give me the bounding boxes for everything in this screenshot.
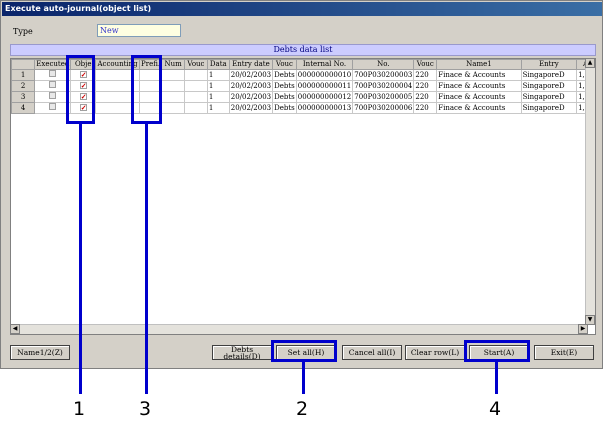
entry-cell[interactable]: SingaporeD bbox=[520, 80, 578, 92]
table-row[interactable]: 3 ✓ 1 20/02/2003 Debts 000000000012 700P030200… bbox=[11, 91, 595, 103]
vouc-type-cell[interactable]: Debts bbox=[272, 102, 297, 114]
callout-line-2 bbox=[302, 362, 305, 394]
no-cell[interactable]: 700P030200006 bbox=[352, 102, 415, 114]
vouc-code-cell[interactable]: 220 bbox=[413, 69, 438, 81]
name1-cell[interactable]: Finace & Accounts bbox=[436, 80, 522, 92]
type-field[interactable]: New bbox=[97, 24, 181, 37]
row-number[interactable]: 2 bbox=[11, 80, 36, 92]
vertical-scrollbar[interactable]: ▲ ▼ bbox=[585, 59, 595, 325]
entry-cell[interactable]: SingaporeD bbox=[520, 102, 578, 114]
callout-line-3 bbox=[145, 124, 148, 394]
unchecked-checkbox-icon[interactable] bbox=[49, 70, 57, 77]
unchecked-checkbox-icon[interactable] bbox=[49, 92, 57, 99]
unchecked-checkbox-icon[interactable] bbox=[49, 103, 57, 110]
vouc-type-cell[interactable]: Debts bbox=[272, 69, 297, 81]
data-cell[interactable]: 1 bbox=[206, 102, 230, 114]
num-cell[interactable] bbox=[161, 80, 186, 92]
column-header[interactable]: No. bbox=[352, 59, 415, 70]
no-cell[interactable]: 700P030200004 bbox=[352, 80, 415, 92]
internal-no-cell[interactable]: 000000000010 bbox=[295, 69, 354, 81]
debts-data-grid[interactable]: Executed Obje Accounting Prefi. Num Vouc… bbox=[10, 58, 596, 335]
vouc-cell[interactable] bbox=[184, 80, 208, 92]
name1-2-button[interactable]: Name1/2(Z) bbox=[10, 345, 70, 360]
callout-number-4: 4 bbox=[489, 398, 502, 420]
column-header[interactable]: Num bbox=[161, 59, 186, 70]
name1-cell[interactable]: Finace & Accounts bbox=[436, 91, 522, 103]
scroll-left-icon[interactable]: ◀ bbox=[11, 324, 20, 334]
vouc-cell[interactable] bbox=[184, 69, 208, 81]
row-number[interactable]: 1 bbox=[11, 69, 36, 81]
column-header[interactable]: Internal No. bbox=[295, 59, 354, 70]
name1-cell[interactable]: Finace & Accounts bbox=[436, 102, 522, 114]
internal-no-cell[interactable]: 000000000013 bbox=[295, 102, 354, 114]
clear-row-button[interactable]: Clear row(L) bbox=[405, 345, 465, 360]
vouc-code-cell[interactable]: 220 bbox=[413, 91, 438, 103]
column-header[interactable]: Entry date bbox=[228, 59, 274, 70]
entry-date-cell[interactable]: 20/02/2003 bbox=[228, 102, 274, 114]
data-cell[interactable]: 1 bbox=[206, 80, 230, 92]
table-header-row: Executed Obje Accounting Prefi. Num Vouc… bbox=[11, 59, 595, 70]
callout-line-4 bbox=[495, 362, 498, 394]
callout-number-2: 2 bbox=[296, 398, 309, 420]
internal-no-cell[interactable]: 000000000011 bbox=[295, 80, 354, 92]
exit-button[interactable]: Exit(E) bbox=[534, 345, 594, 360]
vouc-cell[interactable] bbox=[184, 102, 208, 114]
debts-details-label-2: details(D) bbox=[223, 352, 261, 360]
highlight-object-column bbox=[66, 55, 95, 124]
table-row[interactable]: 4 ✓ 1 20/02/2003 Debts 000000000013 700P030200… bbox=[11, 102, 595, 114]
vouc-code-cell[interactable]: 220 bbox=[413, 102, 438, 114]
no-cell[interactable]: 700P030200003 bbox=[352, 69, 415, 81]
name1-cell[interactable]: Finace & Accounts bbox=[436, 69, 522, 81]
window-title: Execute auto-journal(object list) bbox=[2, 2, 602, 16]
callout-number-3: 3 bbox=[139, 398, 152, 420]
column-header[interactable]: Name1 bbox=[436, 59, 522, 70]
cancel-all-button[interactable]: Cancel all(I) bbox=[342, 345, 402, 360]
column-header[interactable]: Vouc bbox=[413, 59, 438, 70]
column-header[interactable]: Entry bbox=[520, 59, 578, 70]
internal-no-cell[interactable]: 000000000012 bbox=[295, 91, 354, 103]
row-number[interactable]: 4 bbox=[11, 102, 36, 114]
scroll-right-icon[interactable]: ▶ bbox=[578, 324, 588, 334]
table-row[interactable]: 1 ✓ 1 20/02/2003 Debts 000000000010 700P030200… bbox=[11, 69, 595, 81]
num-cell[interactable] bbox=[161, 69, 186, 81]
horizontal-scrollbar[interactable]: ◀ ▶ bbox=[11, 324, 588, 334]
num-cell[interactable] bbox=[161, 91, 186, 103]
grid-title: Debts data list bbox=[10, 44, 596, 56]
column-header[interactable]: Vouc bbox=[272, 59, 297, 70]
entry-date-cell[interactable]: 20/02/2003 bbox=[228, 80, 274, 92]
vouc-code-cell[interactable]: 220 bbox=[413, 80, 438, 92]
debts-details-button[interactable]: Debts details(D) bbox=[212, 345, 272, 360]
table-row[interactable]: 2 ✓ 1 20/02/2003 Debts 000000000011 700P030200… bbox=[11, 80, 595, 92]
column-header[interactable]: Vouc bbox=[184, 59, 208, 70]
type-label: Type bbox=[13, 27, 33, 36]
vouc-cell[interactable] bbox=[184, 91, 208, 103]
row-number[interactable]: 3 bbox=[11, 91, 36, 103]
vouc-type-cell[interactable]: Debts bbox=[272, 80, 297, 92]
vouc-type-cell[interactable]: Debts bbox=[272, 91, 297, 103]
entry-date-cell[interactable]: 20/02/2003 bbox=[228, 91, 274, 103]
debts-table: Executed Obje Accounting Prefi. Num Vouc… bbox=[11, 59, 595, 114]
callout-line-1 bbox=[79, 124, 82, 394]
column-header[interactable]: Data bbox=[206, 59, 230, 70]
entry-cell[interactable]: SingaporeD bbox=[520, 91, 578, 103]
unchecked-checkbox-icon[interactable] bbox=[49, 81, 57, 88]
callout-number-1: 1 bbox=[73, 398, 86, 420]
entry-date-cell[interactable]: 20/02/2003 bbox=[228, 69, 274, 81]
num-cell[interactable] bbox=[161, 102, 186, 114]
highlight-set-all bbox=[271, 340, 337, 362]
highlight-prefix-column bbox=[131, 55, 162, 124]
data-cell[interactable]: 1 bbox=[206, 91, 230, 103]
no-cell[interactable]: 700P030200005 bbox=[352, 91, 415, 103]
highlight-start bbox=[464, 340, 530, 362]
data-cell[interactable]: 1 bbox=[206, 69, 230, 81]
entry-cell[interactable]: SingaporeD bbox=[520, 69, 578, 81]
column-header bbox=[11, 59, 36, 70]
scroll-up-icon[interactable]: ▲ bbox=[585, 59, 595, 68]
